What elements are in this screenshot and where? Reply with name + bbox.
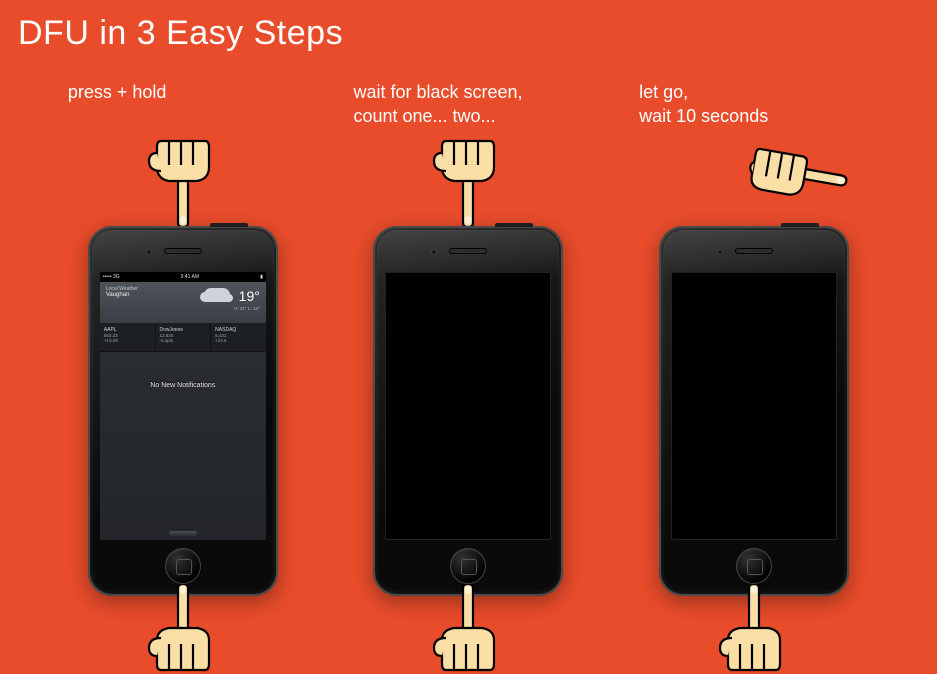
stock-chg: -5.4pts	[160, 338, 207, 343]
hand-pointing-down-icon	[143, 131, 223, 226]
phone-screen-black	[385, 272, 551, 540]
weather-city: Vaughan	[106, 292, 260, 298]
iphone-device	[659, 226, 849, 596]
stock-chg: +13.29	[104, 338, 151, 343]
stock-chg: +24.6	[215, 338, 262, 343]
cloud-icon	[204, 288, 230, 302]
hand-pointing-up-icon	[143, 584, 223, 674]
stocks-widget: AAPL563.23+13.29 DowJones12,820-5.4pts N…	[100, 324, 266, 352]
status-signal: ••••• 3G	[103, 274, 120, 280]
home-button	[450, 548, 486, 584]
weather-hilo: H: 21° L: 14°	[234, 306, 260, 311]
iphone-device	[373, 226, 563, 596]
power-button	[781, 223, 819, 227]
page-title: DFU in 3 Easy Steps	[18, 14, 343, 53]
step-2: wait for black screen, count one... two.…	[338, 80, 598, 674]
home-button	[165, 548, 201, 584]
step-1-caption: press + hold	[68, 80, 167, 132]
status-battery-icon: ▮	[260, 274, 263, 280]
weather-widget: Local Weather Vaughan 19° H: 21° L: 14°	[100, 282, 266, 324]
status-time: 9:41 AM	[181, 274, 199, 280]
iphone-device: ••••• 3G 9:41 AM ▮ Local Weather Vaughan…	[88, 226, 278, 596]
step-2-caption: wait for black screen, count one... two.…	[353, 80, 522, 132]
hand-pointing-up-icon	[428, 584, 508, 674]
step-3: let go, wait 10 seconds	[624, 80, 884, 674]
phone-screen-black	[671, 272, 837, 540]
step-1: press + hold ••	[53, 80, 313, 674]
step-3-caption: let go, wait 10 seconds	[639, 80, 768, 132]
steps-row: press + hold ••	[0, 80, 937, 674]
no-notifications-label: No New Notifications	[100, 352, 266, 419]
hand-pointing-down-icon	[428, 131, 508, 226]
weather-temp: 19°	[239, 288, 260, 304]
home-button	[736, 548, 772, 584]
hand-pointing-away-icon	[744, 130, 855, 216]
grabber-icon	[169, 531, 197, 536]
phone-screen-notification-center: ••••• 3G 9:41 AM ▮ Local Weather Vaughan…	[100, 272, 266, 540]
hand-pointing-up-icon	[714, 584, 794, 674]
